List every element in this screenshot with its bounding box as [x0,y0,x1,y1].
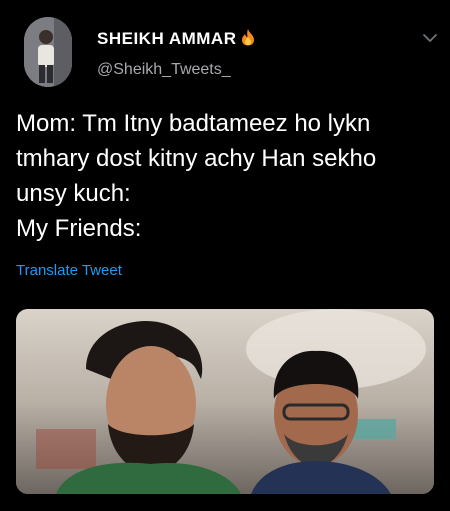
display-name-text[interactable]: SHEIKH AMMAR [97,29,236,48]
tweet-text-line: My Friends: [16,215,142,242]
tweet-text: Mom: Tm Itny badtameez ho lykn tmhary do… [16,106,436,246]
tweet-text-line: unsy kuch: [16,180,131,207]
user-handle[interactable]: @Sheikh_Tweets_ [97,61,231,79]
chevron-down-icon[interactable] [421,29,439,47]
tweet-text-line: tmhary dost kitny achy Han sekho [16,145,377,172]
tweet-text-line: Mom: Tm Itny badtameez ho lykn [16,110,371,137]
tweet-media-photo[interactable] [16,309,434,494]
avatar[interactable] [24,17,72,87]
display-name[interactable]: SHEIKH AMMAR [97,28,256,51]
translate-tweet-link[interactable]: Translate Tweet [16,262,122,279]
tweet: SHEIKH AMMAR @Sheikh_Tweets_ Mom: Tm Itn… [0,0,450,511]
fire-icon [240,28,256,51]
